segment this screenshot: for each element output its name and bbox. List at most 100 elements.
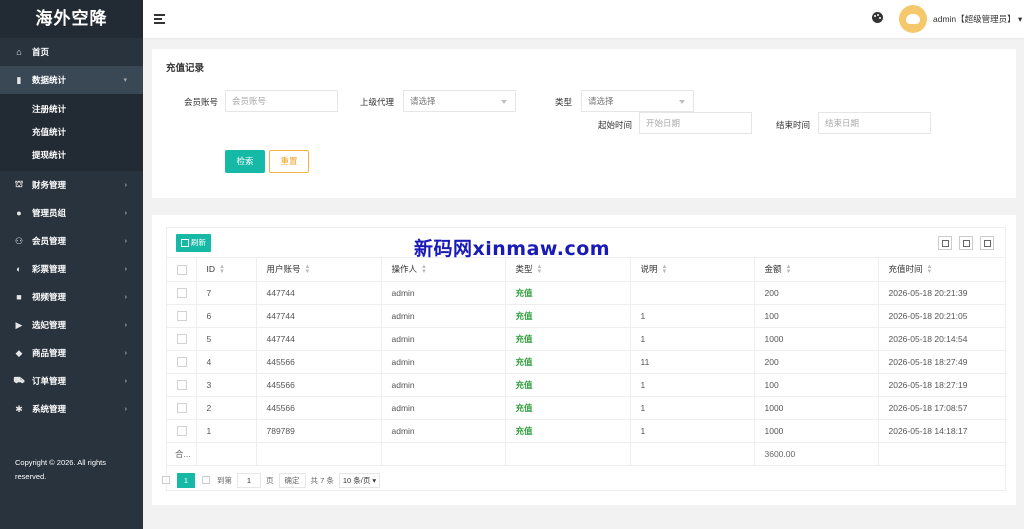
col-amount-cell: 1000 [754, 419, 879, 443]
col-time-cell: 2026-05-18 17:08:57 [878, 396, 1007, 420]
select-all-cell [167, 258, 197, 282]
sidebar-item-0[interactable]: ⌂ 首页 [0, 38, 143, 66]
sort-icon[interactable]: ▲ ▼ [219, 264, 225, 275]
sidebar-item-1[interactable]: ▮ 数据统计 ▾ [0, 66, 143, 94]
sidebar: 海外空降 ⌂ 首页 ▮ 数据统计 ▾ 注册统计 充值统计 提现统计 ⛫ 财务管理 › ● 管理员组 › ⚇ 会… [0, 0, 143, 529]
end-date-input[interactable] [818, 112, 931, 134]
sidebar-item-2[interactable]: ⛫ 财务管理 › [0, 171, 143, 199]
col-time-header[interactable]: 充值时间 ▲ ▼ [878, 258, 1007, 282]
col-operator-cell: admin [381, 327, 506, 351]
member-input[interactable] [225, 90, 338, 112]
col-amount-header[interactable]: 金额 ▲ ▼ [754, 258, 879, 282]
copyright-text: Copyright © 2026. All rights reserved. [15, 458, 106, 481]
table-row[interactable]: 1 789789 admin 充值 1 1000 2026-05-18 14:18:17 [167, 419, 1007, 443]
export-icon[interactable] [959, 236, 973, 250]
col-time-cell: 2026-05-18 20:14:54 [878, 327, 1007, 351]
sidebar-item-6[interactable]: ■ 视频管理 › [0, 283, 143, 311]
chevron-down-icon [679, 100, 685, 104]
page-current[interactable]: 1 [177, 472, 195, 488]
col-type-cell: 充值 [505, 350, 631, 374]
col-id-header[interactable]: ID ▲ ▼ [196, 258, 257, 282]
user-menu[interactable]: admin【超级管理员】 ▾ [933, 13, 1022, 25]
cart-icon: ⛟ [13, 375, 25, 385]
row-select-cell [167, 304, 197, 328]
sidebar-item-8[interactable]: ◆ 商品管理 › [0, 339, 143, 367]
table-row[interactable]: 2 445566 admin 充值 1 1000 2026-05-18 17:08:57 [167, 396, 1007, 420]
top-header: admin【超级管理员】 ▾ [143, 0, 1024, 38]
page-size-select[interactable]: 10 条/页 ▾ [338, 472, 381, 488]
table-row[interactable]: 5 447744 admin 充值 1 1000 2026-05-18 20:14:54 [167, 327, 1007, 351]
row-checkbox[interactable] [177, 402, 187, 413]
page-title: 充值记录 [166, 63, 205, 74]
col-account-cell: 447744 [256, 327, 382, 351]
table-row[interactable]: 3 445566 admin 充值 1 100 2026-05-18 18:27:19 [167, 373, 1007, 397]
col-operator-header[interactable]: 操作人 ▲ ▼ [381, 258, 506, 282]
col-id-cell: 1 [196, 419, 257, 443]
prev-page-icon[interactable] [160, 474, 172, 486]
sort-icon[interactable]: ▲ ▼ [305, 264, 311, 275]
col-type-cell: 充值 [505, 396, 631, 420]
goto-page-input[interactable]: 1 [237, 472, 261, 488]
menu-toggle-icon[interactable] [154, 14, 165, 26]
sidebar-item-label: 订单管理 [32, 376, 67, 386]
agent-select-value: 请选择 [410, 96, 436, 106]
sort-icon[interactable]: ▲ ▼ [786, 264, 792, 275]
row-checkbox[interactable] [177, 356, 187, 367]
avatar[interactable] [899, 5, 927, 33]
row-checkbox[interactable] [177, 425, 187, 436]
sidebar-item-9[interactable]: ⛟ 订单管理 › [0, 367, 143, 395]
row-select-cell [167, 350, 197, 374]
type-select[interactable]: 请选择 [581, 90, 694, 112]
row-select-cell [167, 419, 197, 443]
submenu-item-0[interactable]: 注册统计 [0, 98, 143, 121]
search-button[interactable]: 检索 [225, 150, 265, 173]
table-row[interactable]: 6 447744 admin 充值 1 100 2026-05-18 20:21:05 [167, 304, 1007, 328]
sidebar-item-7[interactable]: ▶ 选妃管理 › [0, 311, 143, 339]
sidebar-item-5[interactable]: ◐ 彩票管理 › [0, 255, 143, 283]
start-date-input[interactable] [639, 112, 752, 134]
table-row[interactable]: 7 447744 admin 充值 200 2026-05-18 20:21:39 [167, 281, 1007, 305]
sort-icon[interactable]: ▲ ▼ [537, 264, 543, 275]
col-type-header[interactable]: 类型 ▲ ▼ [505, 258, 631, 282]
col-account-header[interactable]: 用户账号 ▲ ▼ [256, 258, 382, 282]
column-label: 说明 [640, 264, 658, 275]
total-empty-cell [630, 442, 755, 466]
column-filter-icon[interactable] [938, 236, 952, 250]
col-account-cell: 447744 [256, 281, 382, 305]
submenu-item-2[interactable]: 提现统计 [0, 144, 143, 167]
agent-select[interactable]: 请选择 [403, 90, 516, 112]
sidebar-item-3[interactable]: ● 管理员组 › [0, 199, 143, 227]
row-checkbox[interactable] [177, 310, 187, 321]
col-desc-cell: 1 [630, 396, 755, 420]
col-type-cell: 充值 [505, 373, 631, 397]
theme-palette-icon[interactable] [872, 12, 883, 23]
sidebar-item-label: 商品管理 [32, 348, 67, 358]
goto-confirm-button[interactable]: 确定 [278, 472, 306, 488]
sidebar-item-4[interactable]: ⚇ 会员管理 › [0, 227, 143, 255]
next-page-icon[interactable] [200, 474, 212, 486]
sidebar-item-label: 首页 [32, 47, 50, 57]
reset-button[interactable]: 重置 [269, 150, 309, 173]
print-icon[interactable] [980, 236, 994, 250]
sidebar-item-10[interactable]: ✱ 系统管理 › [0, 395, 143, 423]
refresh-button[interactable]: 刷新 [176, 234, 211, 252]
col-desc-cell: 1 [630, 304, 755, 328]
select-all-checkbox[interactable] [177, 264, 187, 275]
sort-icon[interactable]: ▲ ▼ [927, 264, 933, 275]
row-checkbox[interactable] [177, 287, 187, 298]
chevron-down-icon [501, 100, 507, 104]
row-checkbox[interactable] [177, 333, 187, 344]
submenu-item-1[interactable]: 充值统计 [0, 121, 143, 144]
row-checkbox[interactable] [177, 379, 187, 390]
type-select-value: 请选择 [588, 96, 614, 106]
col-id-cell: 4 [196, 350, 257, 374]
total-count: 共 7 条 [310, 475, 334, 485]
user-icon: ● [16, 208, 22, 218]
table-row[interactable]: 4 445566 admin 充值 11 200 2026-05-18 18:27:49 [167, 350, 1007, 374]
col-operator-cell: admin [381, 419, 506, 443]
app-logo[interactable]: 海外空降 [0, 0, 143, 38]
sort-icon[interactable]: ▲ ▼ [421, 264, 427, 275]
sort-icon[interactable]: ▲ ▼ [662, 264, 668, 275]
col-id-cell: 2 [196, 396, 257, 420]
col-desc-header[interactable]: 说明 ▲ ▼ [630, 258, 755, 282]
